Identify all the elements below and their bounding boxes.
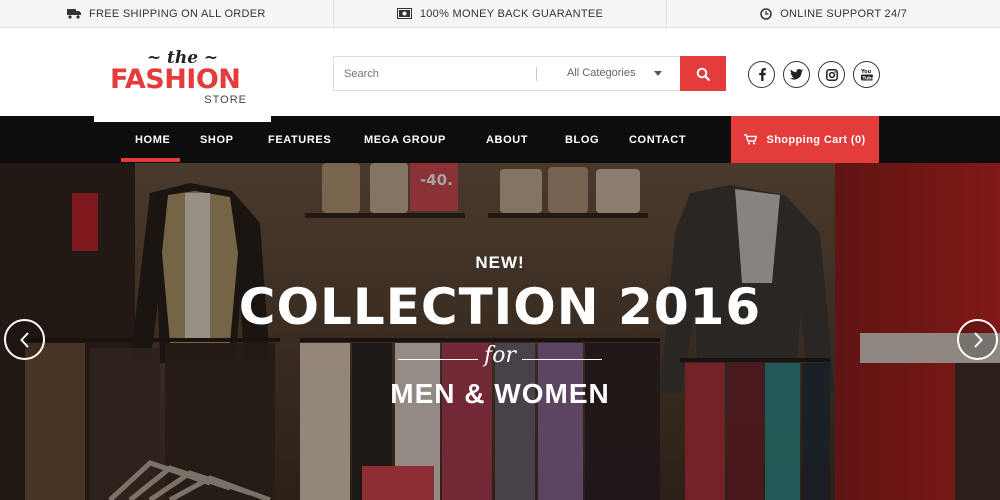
nav-mega-group[interactable]: MEGA GROUP (364, 116, 446, 163)
nav-blog[interactable]: BLOG (565, 116, 599, 163)
hero-subtitle: MEN & WOMEN (390, 378, 610, 409)
money-back-text: 100% MONEY BACK GUARANTEE (419, 7, 604, 20)
logo-fashion: FASHION (110, 64, 241, 95)
slider-prev-button[interactable] (4, 319, 45, 360)
category-select[interactable]: All Categories (567, 57, 635, 90)
nav-contact[interactable]: CONTACT (629, 116, 686, 163)
youtube-icon[interactable]: You Tube (853, 61, 880, 88)
chevron-left-icon (19, 331, 29, 348)
money-icon (396, 8, 412, 19)
instagram-icon[interactable] (818, 61, 845, 88)
search-button[interactable] (680, 56, 726, 91)
hero-slider: -40. NEW! COLLECTION 2016 for MEN & WOME… (0, 163, 1000, 500)
hero-for: for (484, 343, 516, 368)
clock-icon (760, 7, 772, 20)
hero-divider-right (522, 359, 602, 360)
search-icon (696, 67, 710, 81)
chevron-right-icon (973, 331, 983, 348)
slider-next-button[interactable] (957, 319, 998, 360)
twitter-icon[interactable] (783, 61, 810, 88)
hero-new-label: NEW! (475, 253, 525, 272)
header: ~ the ~ FASHION STORE All Categories You… (0, 28, 1000, 122)
nav-active-indicator (121, 158, 180, 162)
shipping-notice: FREE SHIPPING ON ALL ORDER (0, 0, 334, 27)
logo-store: STORE (204, 94, 247, 106)
truck-icon (66, 8, 81, 19)
nav-about[interactable]: ABOUT (486, 116, 528, 163)
hero-title: COLLECTION 2016 (238, 278, 762, 336)
top-bar: FREE SHIPPING ON ALL ORDER 100% MONEY BA… (0, 0, 1000, 28)
svg-text:You: You (861, 69, 872, 75)
svg-text:Tube: Tube (862, 75, 873, 81)
facebook-icon[interactable] (748, 61, 775, 88)
nav-features[interactable]: FEATURES (268, 116, 331, 163)
nav-shop[interactable]: SHOP (200, 116, 234, 163)
search-input[interactable] (334, 57, 534, 90)
chevron-down-icon[interactable] (654, 71, 662, 76)
support-text: ONLINE SUPPORT 24/7 (780, 7, 908, 20)
cart-icon (744, 134, 758, 145)
search-divider (536, 67, 537, 81)
search-bar: All Categories (333, 56, 726, 91)
shipping-text: FREE SHIPPING ON ALL ORDER (88, 7, 266, 20)
nav-home[interactable]: HOME (135, 116, 170, 163)
money-back-notice: 100% MONEY BACK GUARANTEE (334, 0, 668, 27)
support-notice: ONLINE SUPPORT 24/7 (667, 0, 1000, 27)
cart-label: Shopping Cart (0) (766, 133, 866, 146)
shopping-cart-button[interactable]: Shopping Cart (0) (731, 116, 879, 163)
logo[interactable]: ~ the ~ FASHION STORE (94, 28, 271, 122)
